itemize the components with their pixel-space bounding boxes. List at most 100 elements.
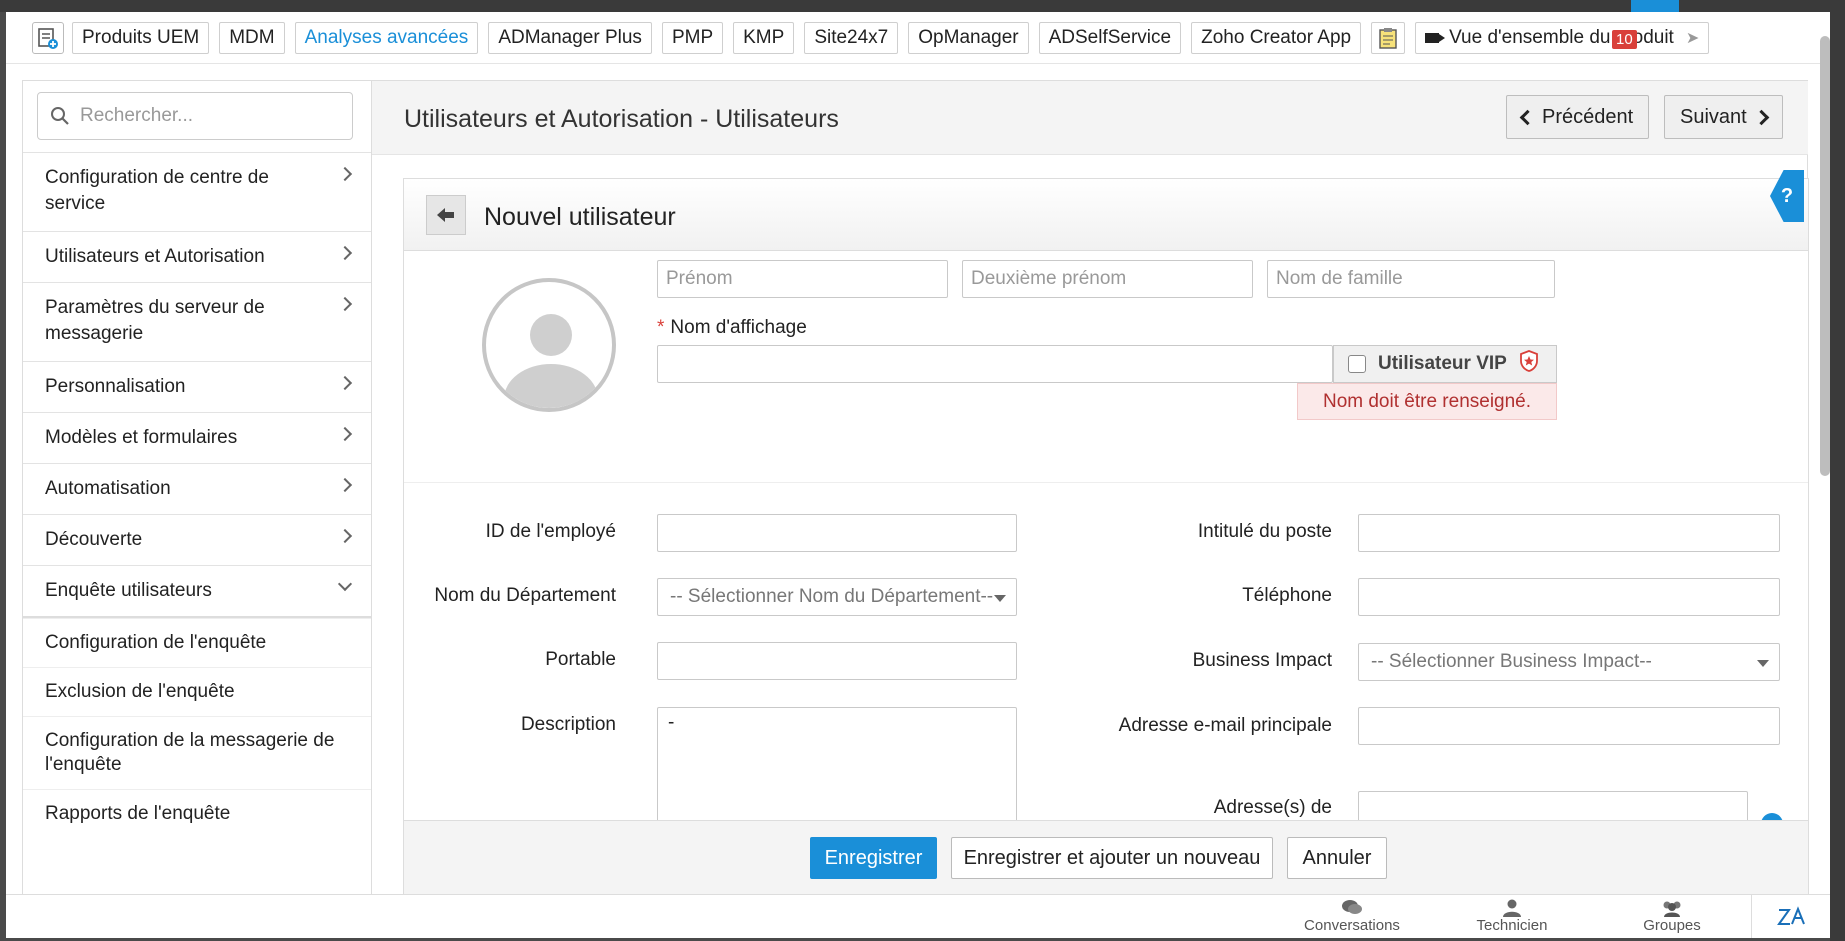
previous-label: Précédent	[1542, 105, 1634, 128]
mobile-input[interactable]	[657, 642, 1017, 680]
sidebar-item-utilisateurs-autorisation[interactable]: Utilisateurs et Autorisation	[23, 231, 371, 282]
new-user-card: Nouvel utilisateur *Nom d'affichage Util…	[403, 178, 1809, 907]
save-and-new-button[interactable]: Enregistrer et ajouter un nouveau	[951, 837, 1273, 879]
employee-id-label: ID de l'employé	[485, 521, 616, 542]
chevron-right-icon	[337, 528, 353, 544]
sidebar-item-modeles-formulaires[interactable]: Modèles et formulaires	[23, 412, 371, 463]
add-request-icon[interactable]	[32, 21, 64, 54]
main-content: Utilisateurs et Autorisation - Utilisate…	[372, 80, 1809, 907]
chip-analyses-avancees[interactable]: Analyses avancées	[294, 21, 479, 54]
clipboard-icon[interactable]	[1371, 21, 1406, 54]
chip-mdm[interactable]: MDM	[219, 21, 285, 54]
chevron-right-icon	[337, 426, 353, 442]
business-impact-select[interactable]: -- Sélectionner Business Impact--	[1358, 643, 1780, 681]
job-title-input[interactable]	[1358, 514, 1780, 552]
window-top-accent	[1631, 0, 1679, 12]
sidebar-item-configuration-centre-service[interactable]: Configuration de centre de service	[23, 152, 371, 231]
chevron-right-icon	[337, 477, 353, 493]
technician-label: Technicien	[1476, 917, 1548, 934]
sidebar-item-label: Enquête utilisateurs	[45, 580, 212, 601]
rocket-icon[interactable]: ➤	[1686, 28, 1699, 48]
description-textarea[interactable]: -	[657, 707, 1017, 827]
conversations-label: Conversations	[1304, 917, 1400, 934]
business-impact-select-value: -- Sélectionner Business Impact--	[1371, 651, 1652, 672]
sidebar-item-decouverte[interactable]: Découverte	[23, 514, 371, 565]
chip-adselfservice[interactable]: ADSelfService	[1038, 21, 1182, 54]
page-header: Utilisateurs et Autorisation - Utilisate…	[372, 81, 1808, 155]
next-button[interactable]: Suivant	[1664, 95, 1783, 139]
page-title: Utilisateurs et Autorisation - Utilisate…	[404, 105, 839, 133]
group-icon	[1663, 901, 1681, 917]
vip-checkbox[interactable]	[1348, 355, 1366, 373]
chip-admanager-plus[interactable]: ADManager Plus	[488, 21, 652, 54]
search-icon	[51, 107, 69, 125]
chevron-right-icon	[337, 375, 353, 391]
vip-user-toggle[interactable]: Utilisateur VIP	[1333, 345, 1557, 383]
sidebar-subitem-messagerie-enquete[interactable]: Configuration de la messagerie de l'enqu…	[23, 716, 371, 789]
display-name-input[interactable]	[657, 345, 1333, 383]
sidebar: Configuration de centre de service Utili…	[22, 80, 372, 906]
sidebar-item-label: Utilisateurs et Autorisation	[45, 246, 265, 267]
zia-icon[interactable]	[1751, 895, 1830, 938]
chevron-left-icon	[1519, 109, 1536, 125]
sidebar-item-label: Configuration de centre de service	[45, 167, 269, 214]
chip-site24x7[interactable]: Site24x7	[804, 21, 899, 54]
sidebar-subitem-exclusion-enquete[interactable]: Exclusion de l'enquête	[23, 667, 371, 716]
sidebar-item-parametres-serveur-messagerie[interactable]: Paramètres du serveur de messagerie	[23, 282, 371, 361]
sidebar-subitem-rapports-enquete[interactable]: Rapports de l'enquête	[23, 789, 371, 838]
employee-id-input[interactable]	[657, 514, 1017, 552]
sidebar-item-enquete-utilisateurs[interactable]: Enquête utilisateurs	[23, 565, 371, 618]
chevron-right-icon	[337, 296, 353, 312]
display-name-error: Nom doit être renseigné.	[1297, 383, 1557, 420]
sidebar-subitem-configuration-enquete[interactable]: Configuration de l'enquête	[23, 618, 371, 667]
sidebar-item-label: Modèles et formulaires	[45, 427, 238, 448]
chip-kmp[interactable]: KMP	[733, 21, 795, 54]
bottom-bar: Conversations Technicien Groupes	[6, 894, 1830, 938]
primary-email-input[interactable]	[1358, 707, 1780, 745]
sidebar-item-label: Automatisation	[45, 478, 171, 499]
primary-email-label: Adresse e-mail principale	[1118, 715, 1332, 736]
chevron-right-icon	[337, 166, 353, 182]
display-name-label: * Nom d'affichage	[657, 317, 807, 339]
secondary-email-label: Adresse(s) de	[1213, 797, 1332, 818]
user-avatar[interactable]	[482, 278, 616, 412]
sidebar-item-label: Personnalisation	[45, 376, 186, 397]
conversations-button[interactable]: Conversations	[1292, 899, 1412, 934]
chip-pmp[interactable]: PMP	[661, 21, 724, 54]
vip-label: Utilisateur VIP	[1378, 353, 1507, 374]
department-select[interactable]: -- Sélectionner Nom du Département--	[657, 578, 1017, 616]
phone-input[interactable]	[1358, 578, 1780, 616]
back-button[interactable]	[426, 195, 466, 235]
sidebar-item-automatisation[interactable]: Automatisation	[23, 463, 371, 514]
display-name-label-text: Nom d'affichage	[670, 317, 807, 338]
job-title-label: Intitulé du poste	[1197, 521, 1332, 542]
department-label: Nom du Département	[434, 585, 616, 606]
sidebar-item-label: Découverte	[45, 529, 143, 550]
back-arrow-icon	[437, 208, 454, 222]
scrollbar-thumb[interactable]	[1820, 36, 1830, 476]
groups-button[interactable]: Groupes	[1612, 899, 1732, 934]
chevron-right-icon	[1753, 109, 1769, 125]
chip-zoho-creator-app[interactable]: Zoho Creator App	[1191, 21, 1362, 54]
save-button[interactable]: Enregistrer	[810, 837, 937, 879]
description-label: Description	[520, 714, 616, 735]
department-select-value: -- Sélectionner Nom du Département--	[670, 586, 994, 607]
chip-opmanager[interactable]: OpManager	[908, 21, 1029, 54]
previous-button[interactable]: Précédent	[1506, 95, 1650, 139]
last-name-input[interactable]	[1267, 260, 1555, 298]
video-camera-icon	[1425, 32, 1446, 43]
search-input[interactable]	[80, 105, 340, 127]
vip-shield-icon	[1519, 350, 1539, 378]
caret-down-icon	[994, 595, 1006, 602]
cancel-button[interactable]: Annuler	[1287, 837, 1387, 879]
chat-icon	[1342, 900, 1362, 914]
middle-name-input[interactable]	[962, 260, 1253, 298]
technician-button[interactable]: Technicien	[1452, 899, 1572, 934]
form-title: Nouvel utilisateur	[484, 203, 676, 231]
product-bar: Produits UEM MDM Analyses avancées ADMan…	[6, 12, 1830, 64]
caret-down-icon	[1757, 660, 1769, 667]
product-overview-button[interactable]: Vue d'ensemble du produit ➤	[1415, 21, 1710, 54]
chip-produits-uem[interactable]: Produits UEM	[72, 21, 210, 54]
first-name-input[interactable]	[657, 260, 948, 298]
sidebar-item-personnalisation[interactable]: Personnalisation	[23, 361, 371, 412]
